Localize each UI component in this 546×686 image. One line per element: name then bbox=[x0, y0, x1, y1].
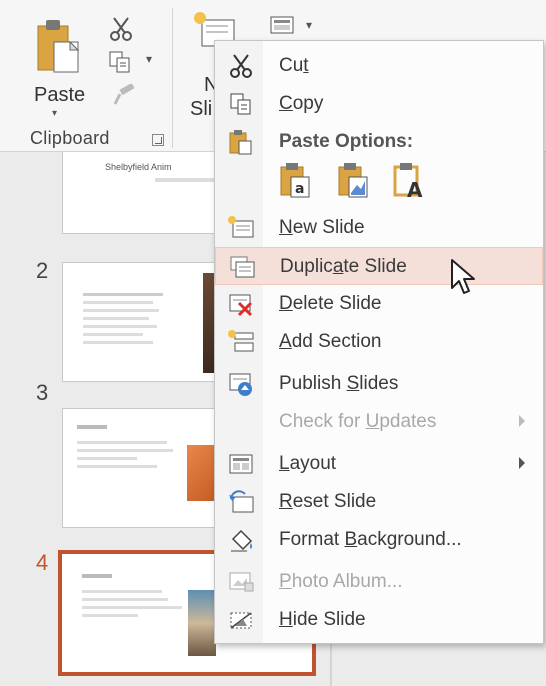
paste-button[interactable]: Paste ▾ bbox=[22, 10, 92, 120]
copy-icon[interactable] bbox=[108, 50, 134, 74]
paste-icon bbox=[229, 130, 252, 155]
clipboard-group-label: Clipboard bbox=[30, 128, 110, 148]
menu-label: Paste Options: bbox=[279, 131, 414, 152]
duplicate-slide-icon bbox=[230, 256, 255, 278]
menu-item-add-section[interactable]: Add Section bbox=[215, 323, 543, 361]
slide-text-placeholder bbox=[82, 590, 162, 593]
chevron-down-icon[interactable]: ▾ bbox=[146, 52, 152, 66]
menu-heading-paste-options: Paste Options: bbox=[215, 123, 543, 161]
slide-text-placeholder bbox=[82, 606, 182, 609]
clipboard-paste-icon bbox=[37, 20, 80, 73]
publish-slides-icon bbox=[229, 373, 252, 396]
menu-label: Add Section bbox=[279, 331, 382, 352]
scissors-icon bbox=[230, 54, 252, 78]
slide-text-placeholder bbox=[77, 465, 157, 468]
copy-icon bbox=[230, 93, 251, 115]
new-slide-label-partial: Sli bbox=[190, 98, 213, 120]
add-section-icon bbox=[228, 330, 254, 352]
menu-item-delete-slide[interactable]: Delete Slide bbox=[215, 285, 543, 323]
delete-slide-icon bbox=[229, 294, 253, 317]
slide-text-placeholder bbox=[77, 425, 107, 429]
mouse-cursor-icon bbox=[451, 259, 475, 294]
paste-keep-text-only-icon[interactable]: A bbox=[391, 161, 429, 201]
menu-item-new-slide[interactable]: New Slide bbox=[215, 209, 543, 247]
menu-item-duplicate-slide[interactable]: Duplicate Slide bbox=[215, 247, 543, 285]
slide-text-placeholder bbox=[83, 325, 157, 328]
slide-text-placeholder bbox=[82, 598, 168, 601]
paste-keep-source-formatting-icon[interactable]: a bbox=[277, 161, 315, 201]
menu-label: New Slide bbox=[279, 217, 365, 238]
menu-label: Delete Slide bbox=[279, 293, 382, 314]
submenu-arrow-icon bbox=[519, 415, 525, 427]
menu-item-layout[interactable]: Layout bbox=[215, 445, 543, 483]
menu-item-reset-slide[interactable]: Reset Slide bbox=[215, 483, 543, 521]
menu-item-copy[interactable]: Copy bbox=[215, 85, 543, 123]
menu-label: Publish Slides bbox=[279, 373, 399, 394]
new-slide-icon bbox=[228, 216, 254, 238]
slide-text-placeholder bbox=[77, 449, 173, 452]
menu-item-hide-slide[interactable]: Hide Slide bbox=[215, 601, 543, 639]
slide-text-placeholder bbox=[83, 309, 159, 312]
menu-label: Check for Updates bbox=[279, 411, 437, 432]
context-menu: Cut Copy Paste Options: a A New Slide Du… bbox=[214, 40, 544, 644]
menu-label: Copy bbox=[279, 93, 324, 114]
dialog-launcher-icon[interactable] bbox=[152, 134, 164, 146]
hide-slide-icon bbox=[230, 612, 252, 629]
menu-label: Hide Slide bbox=[279, 609, 366, 630]
format-background-icon bbox=[231, 529, 253, 552]
menu-item-check-for-updates: Check for Updates bbox=[215, 403, 543, 441]
format-painter-icon[interactable] bbox=[112, 84, 136, 106]
paste-picture-icon[interactable] bbox=[335, 161, 373, 201]
slide-number: 3 bbox=[36, 380, 49, 405]
slide-number: 2 bbox=[36, 258, 49, 283]
submenu-arrow-icon bbox=[519, 457, 525, 469]
menu-label: Photo Album... bbox=[279, 571, 403, 592]
menu-item-photo-album: Photo Album... bbox=[215, 563, 543, 601]
scissors-icon[interactable] bbox=[108, 16, 134, 42]
chevron-down-icon[interactable]: ▾ bbox=[52, 108, 57, 119]
menu-item-cut[interactable]: Cut bbox=[215, 47, 543, 85]
menu-label: Duplicate Slide bbox=[280, 256, 407, 277]
slide-text-placeholder bbox=[83, 333, 143, 336]
menu-label: Layout bbox=[279, 453, 337, 474]
paste-label: Paste bbox=[34, 84, 86, 106]
menu-label: Reset Slide bbox=[279, 491, 377, 512]
slide-title: Shelbyfield Anim bbox=[105, 162, 172, 172]
layout-icon[interactable] bbox=[270, 16, 296, 36]
slide-text-placeholder bbox=[77, 441, 167, 444]
slide-text-placeholder bbox=[83, 293, 163, 296]
slide-photo bbox=[188, 590, 216, 656]
menu-label: Format Background... bbox=[279, 529, 462, 550]
photo-album-icon bbox=[229, 572, 254, 592]
ribbon-divider bbox=[172, 8, 173, 148]
slide-text-placeholder bbox=[83, 317, 149, 320]
slide-text-placeholder bbox=[83, 301, 153, 304]
menu-item-publish-slides[interactable]: Publish Slides bbox=[215, 365, 543, 403]
layout-icon bbox=[229, 454, 253, 474]
menu-item-format-background[interactable]: Format Background... bbox=[215, 521, 543, 559]
paste-option-letter: a bbox=[295, 181, 304, 197]
chevron-down-icon[interactable]: ▾ bbox=[306, 18, 312, 32]
menu-label: Cut bbox=[279, 55, 309, 76]
slide-number: 4 bbox=[36, 550, 49, 575]
slide-text-placeholder bbox=[77, 457, 137, 460]
slide-text-placeholder bbox=[83, 341, 153, 344]
slide-text-placeholder bbox=[82, 614, 138, 617]
reset-slide-icon bbox=[229, 490, 254, 513]
paste-option-letter: A bbox=[407, 178, 423, 201]
slide-text-placeholder bbox=[82, 574, 112, 578]
